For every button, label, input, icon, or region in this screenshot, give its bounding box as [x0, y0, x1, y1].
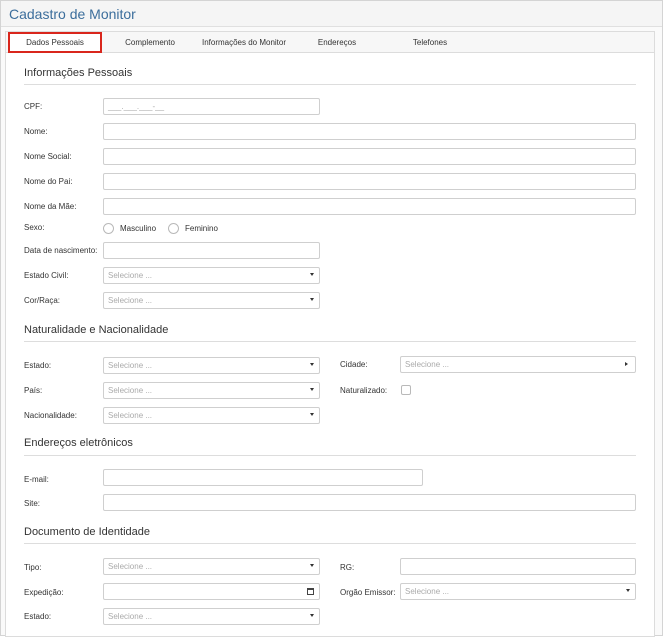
estado-civil-label: Estado Civil: [24, 271, 69, 280]
tipo-select[interactable]: Selecione ... [103, 558, 320, 575]
expedicao-label: Expedição: [24, 588, 64, 597]
section-title-documento: Documento de Identidade [24, 526, 150, 538]
cidade-select[interactable]: Selecione ... [400, 356, 636, 373]
chevron-down-icon [310, 273, 314, 276]
section-title-naturalidade: Naturalidade e Nacionalidade [24, 324, 169, 336]
chevron-down-icon [310, 298, 314, 301]
calendar-icon[interactable] [307, 588, 314, 595]
sexo-label: Sexo: [24, 223, 45, 232]
cidade-value: Selecione ... [405, 360, 450, 369]
chevron-down-icon [310, 413, 314, 416]
rg-label: RG: [340, 563, 355, 572]
masculino-label: Masculino [120, 224, 157, 233]
tipo-value: Selecione ... [108, 562, 153, 571]
nome-pai-input[interactable] [103, 173, 636, 190]
site-label: Site: [24, 499, 41, 508]
section-title-eletronicos: Endereços eletrônicos [24, 437, 133, 449]
form-panel: Dados Pessoais Complemento Informações d… [5, 31, 655, 637]
data-nascimento-input[interactable] [103, 242, 320, 259]
chevron-down-icon [626, 589, 630, 592]
data-nascimento-label: Data de nascimento: [24, 246, 98, 255]
section-divider [24, 341, 636, 342]
email-input[interactable] [103, 469, 423, 486]
nacionalidade-select[interactable]: Selecione ... [103, 407, 320, 424]
section-divider [24, 455, 636, 456]
tab-telefones[interactable]: Telefones [404, 32, 456, 53]
nome-input[interactable] [103, 123, 636, 140]
pais-label: País: [24, 386, 43, 395]
chevron-down-icon [310, 564, 314, 567]
nome-label: Nome: [24, 127, 48, 136]
cidade-label: Cidade: [340, 360, 368, 369]
section-divider [24, 84, 636, 85]
estado-select[interactable]: Selecione ... [103, 357, 320, 374]
nome-mae-input[interactable] [103, 198, 636, 215]
nacionalidade-label: Nacionalidade: [24, 411, 77, 420]
cpf-input[interactable]: ___.___.___-__ [103, 98, 320, 115]
estado-value: Selecione ... [108, 361, 153, 370]
section-title-pessoais: Informações Pessoais [24, 67, 133, 79]
chevron-down-icon [310, 363, 314, 366]
site-input[interactable] [103, 494, 636, 511]
cpf-label: CPF: [24, 102, 43, 111]
naturalizado-label: Naturalizado: [340, 386, 388, 395]
chevron-right-icon [625, 362, 628, 366]
doc-estado-select[interactable]: Selecione ... [103, 608, 320, 625]
window-title: Cadastro de Monitor [9, 6, 136, 22]
rg-input[interactable] [400, 558, 636, 575]
cadastro-monitor-window: Cadastro de Monitor Dados Pessoais Compl… [0, 0, 663, 637]
tab-enderecos[interactable]: Endereços [308, 32, 366, 53]
cor-raca-value: Selecione ... [108, 296, 153, 305]
estado-civil-select[interactable]: Selecione ... [103, 267, 320, 284]
orgao-emissor-select[interactable]: Selecione ... [400, 583, 636, 600]
tab-dados-pessoais[interactable]: Dados Pessoais [8, 32, 102, 53]
cor-raca-label: Cor/Raça: [24, 296, 61, 305]
tab-complemento[interactable]: Complemento [116, 32, 184, 53]
tipo-label: Tipo: [24, 563, 42, 572]
chevron-down-icon [310, 388, 314, 391]
feminino-label: Feminino [185, 224, 218, 233]
section-divider [24, 543, 636, 544]
tab-bar: Dados Pessoais Complemento Informações d… [6, 32, 654, 53]
expedicao-date-input[interactable] [103, 583, 320, 600]
chevron-down-icon [310, 614, 314, 617]
pais-value: Selecione ... [108, 386, 153, 395]
radio-feminino[interactable] [168, 223, 179, 234]
doc-estado-value: Selecione ... [108, 612, 153, 621]
nome-pai-label: Nome do Pai: [24, 177, 73, 186]
cpf-placeholder: ___.___.___-__ [108, 102, 165, 111]
tab-informacoes-monitor[interactable]: Informações do Monitor [194, 32, 294, 53]
doc-estado-label: Estado: [24, 612, 52, 621]
window-header: Cadastro de Monitor [1, 1, 662, 27]
nome-social-label: Nome Social: [24, 152, 72, 161]
radio-masculino[interactable] [103, 223, 114, 234]
pais-select[interactable]: Selecione ... [103, 382, 320, 399]
orgao-emissor-label: Orgão Emissor: [340, 588, 396, 597]
estado-label: Estado: [24, 361, 52, 370]
orgao-emissor-value: Selecione ... [405, 587, 450, 596]
nome-mae-label: Nome da Mãe: [24, 202, 77, 211]
nome-social-input[interactable] [103, 148, 636, 165]
estado-civil-value: Selecione ... [108, 271, 153, 280]
cor-raca-select[interactable]: Selecione ... [103, 292, 320, 309]
naturalizado-checkbox[interactable] [401, 385, 411, 395]
email-label: E-mail: [24, 475, 49, 484]
nacionalidade-value: Selecione ... [108, 411, 153, 420]
